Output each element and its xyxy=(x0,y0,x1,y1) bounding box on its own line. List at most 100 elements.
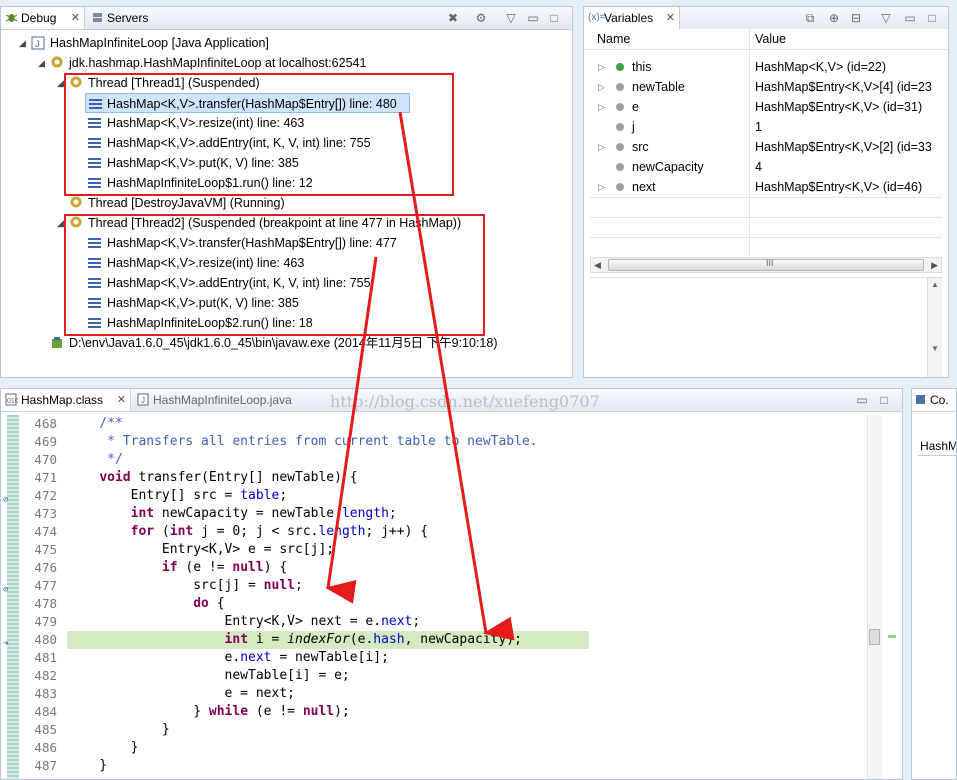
variable-row[interactable]: j 1 xyxy=(584,117,948,137)
chevron-down-icon[interactable]: ◢ xyxy=(19,33,26,53)
scrollbar-thumb[interactable] xyxy=(869,629,880,645)
collapse-all-icon[interactable]: ⊟ xyxy=(848,10,864,26)
code-text: Entry[] src = table; xyxy=(68,488,288,503)
overview-ruler xyxy=(882,415,902,779)
variable-row[interactable]: ▷ e HashMap$Entry<K,V> (id=31) xyxy=(584,97,948,117)
scrollbar-thumb[interactable]: III xyxy=(608,258,924,271)
tab-servers[interactable]: Servers xyxy=(87,7,167,29)
horizontal-scrollbar[interactable]: ◀ III ▶ xyxy=(590,257,942,273)
chevron-right-icon[interactable]: ▷ xyxy=(598,137,605,157)
maximize-icon[interactable]: □ xyxy=(546,10,562,26)
chevron-right-icon[interactable]: ▷ xyxy=(598,177,605,197)
current-line-marker[interactable] xyxy=(888,635,896,638)
code-line: 474 for (int j = 0; j < src.length; j++)… xyxy=(1,523,868,541)
current-instruction-line: ➔ 480 int i = indexFor(e.hash, newCapacit… xyxy=(1,631,868,649)
code-line: 481 e.next = newTable[i]; xyxy=(1,649,868,667)
line-number: 476 xyxy=(34,560,57,575)
connect-icon[interactable]: ⚙ xyxy=(473,10,489,26)
tab-outline-label: Co. xyxy=(930,393,949,407)
column-value-header[interactable]: Value xyxy=(755,32,786,46)
scroll-down-icon[interactable]: ▼ xyxy=(931,344,939,353)
show-type-names-icon[interactable]: ⧉ xyxy=(802,10,818,26)
watermark: http://blog.csdn.net/xuefeng0707 xyxy=(330,392,600,411)
variables-tabbar: (x)= Variables ✕ ⧉ ⊕ ⊟ ▽ ▭ □ xyxy=(584,7,948,30)
view-menu-icon[interactable]: ▽ xyxy=(878,10,894,26)
variable-row[interactable]: ▷ this HashMap<K,V> (id=22) xyxy=(584,57,948,77)
tab-hashmapinfiniteloop-java[interactable]: J HashMapInfiniteLoop.java xyxy=(133,389,313,411)
variable-row[interactable]: ▷ newTable HashMap$Entry<K,V>[4] (id=23 xyxy=(584,77,948,97)
line-number: 468 xyxy=(34,416,57,431)
code-line: 486 } xyxy=(1,739,868,757)
maximize-icon[interactable]: □ xyxy=(876,392,892,408)
variable-value: HashMap$Entry<K,V>[4] (id=23 xyxy=(755,80,932,94)
code-line: 468 /** xyxy=(1,415,868,433)
debug-tabbar: Debug ✕ Servers ✖ ⚙ ▽ ▭ □ xyxy=(1,7,572,30)
variable-value: HashMap$Entry<K,V> (id=31) xyxy=(755,100,923,114)
chevron-right-icon[interactable]: ▷ xyxy=(598,97,605,117)
scroll-left-icon[interactable]: ◀ xyxy=(594,258,601,272)
variable-row[interactable]: ▷ src HashMap$Entry<K,V>[2] (id=33 xyxy=(584,137,948,157)
chevron-down-icon[interactable]: ◢ xyxy=(57,73,64,93)
tab-hashmap-class[interactable]: 010 HashMap.class ✕ xyxy=(1,389,131,411)
code-line: 476 if (e != null) { xyxy=(1,559,868,577)
thumb-grip-icon: III xyxy=(766,258,774,268)
local-variable-icon xyxy=(616,123,624,131)
code-area[interactable]: 468 /** 469 * Transfers all entries from… xyxy=(1,415,868,779)
svg-text:J: J xyxy=(141,396,145,405)
line-number: 470 xyxy=(34,452,57,467)
chevron-right-icon[interactable]: ▷ xyxy=(598,57,605,77)
scroll-up-icon[interactable]: ▲ xyxy=(931,280,939,289)
variable-row[interactable]: ▷ next HashMap$Entry<K,V> (id=46) xyxy=(584,177,948,197)
code-line: 473 int newCapacity = newTable.length; xyxy=(1,505,868,523)
line-number: 487 xyxy=(34,758,57,773)
variable-name: newTable xyxy=(632,80,685,94)
thread1-highlight-box xyxy=(64,73,454,196)
line-number: 471 xyxy=(34,470,57,485)
show-logical-structure-icon[interactable]: ⊕ xyxy=(826,10,842,26)
tab-label: HashMap.class xyxy=(21,393,104,407)
tab-outline[interactable]: Co. xyxy=(912,389,956,411)
view-menu-icon[interactable]: ▽ xyxy=(503,10,519,26)
scroll-right-icon[interactable]: ▶ xyxy=(931,258,938,272)
variable-name: j xyxy=(632,120,635,134)
variable-name: next xyxy=(632,180,656,194)
variable-name: src xyxy=(632,140,649,154)
code-text: do { xyxy=(193,596,225,611)
column-name-header[interactable]: Name xyxy=(597,32,630,46)
variable-name: this xyxy=(632,60,652,74)
code-text: e.next = newTable[i]; xyxy=(68,650,389,665)
breakpoint-icon[interactable]: ⊘ xyxy=(3,491,13,505)
detail-pane[interactable]: ▲ ▼ xyxy=(590,277,942,377)
close-icon[interactable]: ✕ xyxy=(71,7,80,29)
process-label: D:\env\Java1.6.0_45\jdk1.6.0_45\bin\java… xyxy=(69,336,498,350)
code-text: void transfer(Entry[] newTable) { xyxy=(99,470,358,485)
outline-item[interactable]: HashM xyxy=(920,439,956,453)
code-line: 470 */ xyxy=(1,451,868,469)
tab-debug[interactable]: Debug ✕ xyxy=(1,7,85,29)
tab-variables[interactable]: (x)= Variables ✕ xyxy=(584,7,680,29)
vertical-scrollbar[interactable]: ▲ ▼ xyxy=(927,278,942,377)
chevron-right-icon[interactable]: ▷ xyxy=(598,77,605,97)
minimize-icon[interactable]: ▭ xyxy=(854,392,870,408)
maximize-icon[interactable]: □ xyxy=(924,10,940,26)
thread-running-icon xyxy=(69,195,83,209)
chevron-down-icon[interactable]: ◢ xyxy=(38,53,45,73)
variable-value: HashMap<K,V> (id=22) xyxy=(755,60,886,74)
code-line: 485 } xyxy=(1,721,868,739)
variable-value: HashMap$Entry<K,V> (id=46) xyxy=(755,180,923,194)
minimize-icon[interactable]: ▭ xyxy=(902,10,918,26)
tab-variables-label: Variables xyxy=(604,11,654,25)
close-icon[interactable]: ✕ xyxy=(666,7,675,29)
variable-row[interactable]: newCapacity 4 xyxy=(584,157,948,177)
code-line: 482 newTable[i] = e; xyxy=(1,667,868,685)
variable-value: 1 xyxy=(755,120,762,134)
debug-target-label: jdk.hashmap.HashMapInfiniteLoop at local… xyxy=(69,56,367,70)
breakpoint-icon[interactable]: ⊘ xyxy=(3,581,13,595)
chevron-down-icon[interactable]: ◢ xyxy=(57,213,64,233)
line-number: 483 xyxy=(34,686,57,701)
thread-label: Thread [DestroyJavaVM] (Running) xyxy=(88,196,285,210)
minimize-icon[interactable]: ▭ xyxy=(525,10,541,26)
close-icon[interactable]: ✕ xyxy=(117,389,126,411)
remove-terminated-icon[interactable]: ✖ xyxy=(445,10,461,26)
editor-scrollbar[interactable] xyxy=(867,415,882,779)
